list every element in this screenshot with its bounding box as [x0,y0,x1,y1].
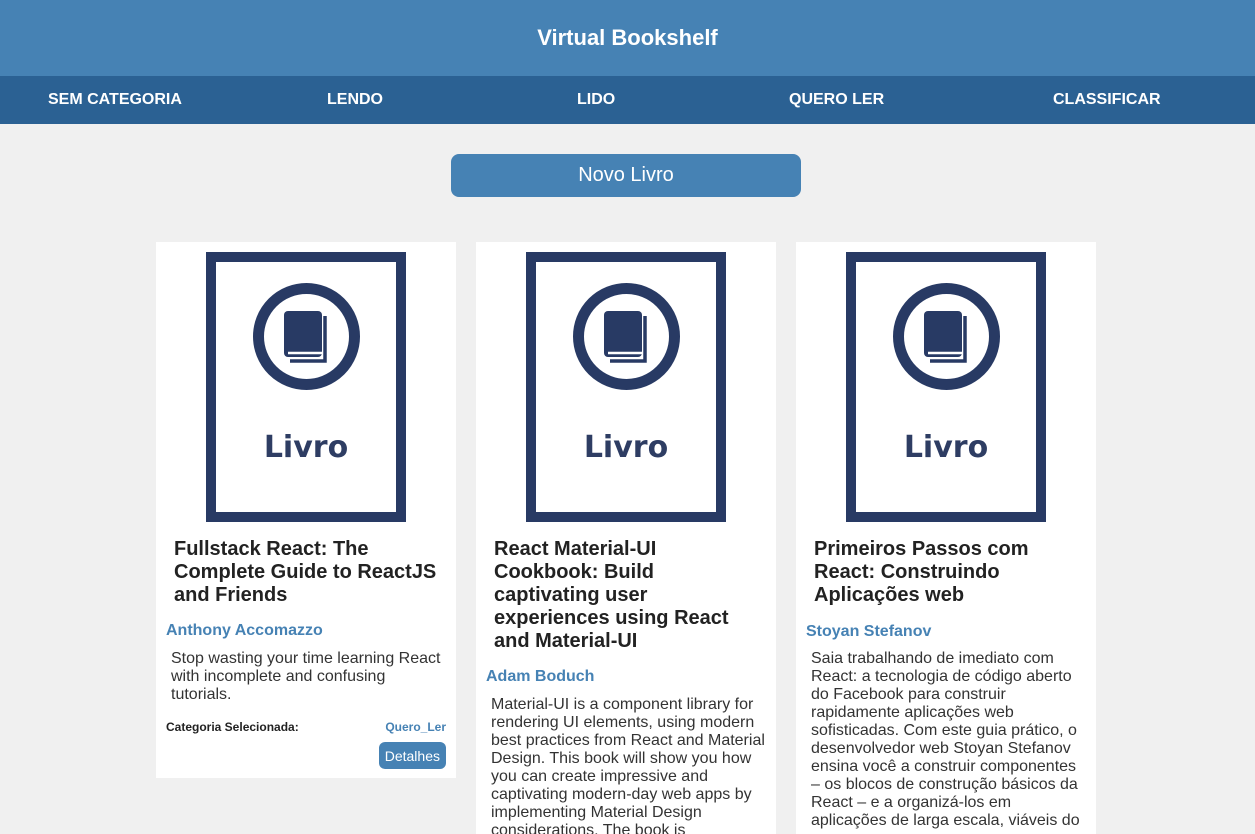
cover-ring [573,283,680,390]
details-button[interactable]: Detalhes [378,742,446,769]
book-title: React Material-UI Cookbook: Build captiv… [494,538,729,652]
book-author: Stoyan Stefanov [806,623,932,640]
book-icon [924,311,967,363]
nav-quero-ler[interactable]: QUERO LER [789,76,884,124]
book-description: Material-UI is a component library for r… [491,696,765,834]
book-cover: Livro [526,252,726,522]
category-value[interactable]: Quero_Ler [385,720,446,734]
book-cover: Livro [206,252,406,522]
book-cover: Livro [846,252,1046,522]
book-description: Stop wasting your time learning React wi… [171,650,441,703]
book-card: Livro React Material-UI Cookbook: Build … [476,242,776,834]
app-title: Virtual Bookshelf [537,25,718,50]
nav-classificar[interactable]: CLASSIFICAR [1053,76,1161,124]
book-card: Livro Primeiros Passos com React: Constr… [796,242,1096,834]
cover-ring [253,283,360,390]
book-icon [284,311,327,363]
new-book-button[interactable]: Novo Livro [451,154,801,197]
book-author: Anthony Accomazzo [166,622,323,639]
nav-sem-categoria[interactable]: SEM CATEGORIA [48,76,182,124]
category-nav: SEM CATEGORIA LENDO LIDO QUERO LER CLASS… [0,76,1255,124]
book-author: Adam Boduch [486,668,595,685]
app-header: Virtual Bookshelf [0,0,1255,76]
nav-lendo[interactable]: LENDO [327,76,383,124]
cover-label: Livro [903,430,989,465]
book-description: Saia trabalhando de imediato com React: … [811,650,1080,829]
cover-label: Livro [263,430,349,465]
cover-ring [893,283,1000,390]
category-label: Categoria Selecionada: [166,720,299,734]
cover-label: Livro [583,430,669,465]
book-title: Primeiros Passos com React: Construindo … [814,538,1029,606]
book-title: Fullstack React: The Complete Guide to R… [174,538,437,606]
book-card: Livro Fullstack React: The Complete Guid… [156,242,456,778]
nav-lido[interactable]: LIDO [577,76,615,124]
book-icon [604,311,647,363]
